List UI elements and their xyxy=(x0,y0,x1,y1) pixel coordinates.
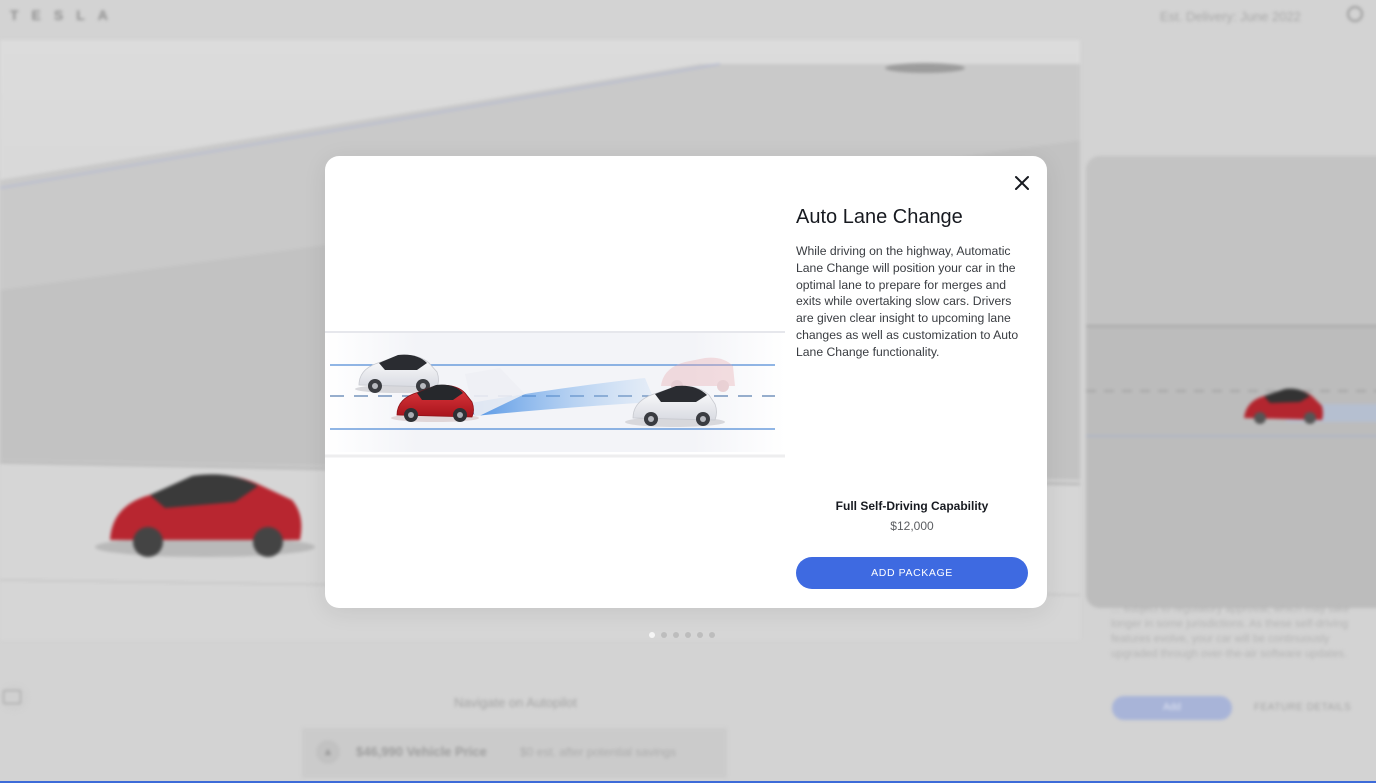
chat-icon[interactable] xyxy=(0,684,28,712)
modal-description: While driving on the highway, Automatic … xyxy=(796,244,1019,359)
globe-icon[interactable] xyxy=(1347,6,1363,22)
carousel-dot-5[interactable] xyxy=(697,632,703,638)
close-icon[interactable] xyxy=(1011,172,1033,194)
tesla-logo[interactable]: TESLA xyxy=(10,7,121,23)
background-feature-card xyxy=(1086,156,1376,608)
lane-change-illustration xyxy=(325,331,785,458)
carousel-dot-2[interactable] xyxy=(661,632,667,638)
chevron-up-icon[interactable]: ▲ xyxy=(316,740,340,764)
delivery-estimate: Est. Delivery: June 2022 xyxy=(1160,9,1301,24)
add-package-button[interactable]: ADD PACKAGE xyxy=(796,557,1028,589)
background-card-description: ... subject to regulatory approval, whic… xyxy=(1111,603,1350,660)
carousel-dot-3[interactable] xyxy=(673,632,679,638)
carousel-dot-4[interactable] xyxy=(685,632,691,638)
package-price: $12,000 xyxy=(890,519,934,533)
background-section-title: Navigate on Autopilot xyxy=(454,695,577,710)
carousel-dot-1[interactable] xyxy=(649,632,655,638)
package-name: Full Self-Driving Capability xyxy=(835,499,989,513)
vehicle-price: $46,990 Vehicle Price xyxy=(356,744,487,759)
background-feature-details-link[interactable]: FEATURE DETAILS xyxy=(1254,702,1351,713)
background-road-illustration xyxy=(1086,156,1376,608)
top-bar: TESLA Est. Delivery: June 2022 xyxy=(0,0,1376,40)
carousel-dot-6[interactable] xyxy=(709,632,715,638)
background-add-button[interactable]: Add xyxy=(1112,696,1232,720)
carousel-dots xyxy=(649,632,715,638)
feature-modal: Auto Lane Change While driving on the hi… xyxy=(325,156,1047,608)
savings-text: $0 est. after potential savings xyxy=(520,745,677,759)
modal-title: Auto Lane Change xyxy=(796,206,963,228)
background-price-bar[interactable]: ▲ $46,990 Vehicle Price $0 est. after po… xyxy=(302,728,727,778)
